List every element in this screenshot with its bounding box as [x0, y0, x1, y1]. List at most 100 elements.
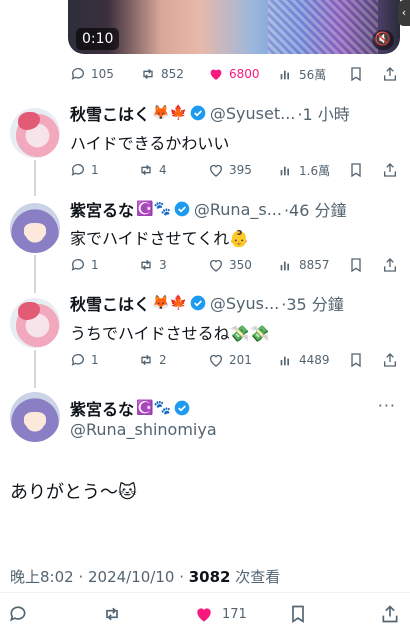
like-button[interactable]: 395	[208, 162, 252, 178]
like-button[interactable]: 6800	[208, 66, 260, 82]
tweet-meta: 晚上8:02 · 2024/10/10 · 3082 次查看	[10, 566, 280, 587]
timestamp: ·46 分鐘	[283, 201, 347, 220]
quoted-action-row: 105 852 6800 56萬	[70, 64, 400, 84]
name-emojis: ☪️🐾	[136, 400, 171, 416]
retweet-button[interactable]: 852	[140, 66, 184, 82]
views-button[interactable]: 4489	[278, 352, 330, 368]
reply-button[interactable]: 1	[70, 352, 99, 368]
thread-connector	[34, 350, 36, 388]
name-emojis: 🦊🍁	[152, 295, 187, 311]
video-timestamp: 0:10	[76, 28, 120, 50]
bookmark-icon	[292, 605, 304, 624]
retweet-button[interactable]: 3	[138, 257, 167, 273]
display-name[interactable]: 紫宮るな	[70, 197, 134, 221]
retweet-icon	[141, 164, 151, 176]
tweet-text: ハイドできるかわいい	[70, 134, 230, 153]
share-icon	[384, 163, 396, 177]
share-icon	[382, 605, 398, 623]
tweet-text: うちでハイドさせるね💸💸	[70, 324, 270, 343]
video-frame-detail	[268, 0, 378, 54]
video-thumbnail[interactable]: 0:10 🔇	[68, 0, 400, 54]
reply-header: 秋雪こはく 🦊🍁 @Syus... ·35 分鐘	[70, 291, 344, 315]
tweet-text: 家でハイドさせてくれ👶	[70, 229, 250, 248]
retweet-button[interactable]: 2	[138, 352, 167, 368]
display-name[interactable]: 紫宮るな	[70, 396, 134, 420]
verified-badge-icon	[190, 105, 206, 121]
reply-action-row: 1 4 395 1.6萬	[70, 160, 400, 180]
timestamp: ·35 分鐘	[281, 295, 344, 314]
heart-filled-icon	[197, 608, 211, 622]
timestamp: ·1 小時	[297, 105, 350, 124]
heart-icon	[210, 354, 222, 367]
share-button[interactable]	[382, 352, 403, 368]
avatar[interactable]	[10, 392, 60, 442]
like-button[interactable]: 350	[208, 257, 252, 273]
share-button[interactable]	[382, 162, 403, 178]
thread-connector	[34, 160, 36, 196]
reply-button[interactable]: 105	[70, 66, 114, 82]
avatar[interactable]	[10, 298, 60, 348]
more-options-icon[interactable]: ···	[378, 396, 396, 415]
divider	[0, 592, 410, 593]
tweet-timestamp: 晚上8:02 · 2024/10/10 ·	[10, 568, 189, 586]
main-action-bar: 171	[0, 600, 410, 630]
name-emojis: ☪️🐾	[136, 201, 171, 217]
views-icon	[280, 261, 289, 271]
handle[interactable]: @Runa_shinomiya	[70, 420, 217, 439]
bookmark-button[interactable]	[348, 257, 369, 273]
like-button[interactable]: 171	[194, 604, 247, 624]
views-button[interactable]: 8857	[278, 257, 330, 273]
bookmark-icon	[351, 258, 361, 273]
share-button[interactable]	[382, 257, 403, 273]
name-emojis: 🦊🍁	[152, 105, 187, 121]
views-icon	[280, 166, 289, 176]
like-count: 171	[222, 606, 247, 622]
bookmark-button[interactable]	[348, 352, 369, 368]
reply-icon	[10, 606, 26, 622]
main-tweet-text: ありがとう～🐱	[10, 482, 137, 503]
handle[interactable]: @Runa_s...	[194, 200, 282, 219]
bookmark-button[interactable]	[288, 604, 308, 624]
retweet-button[interactable]: 4	[138, 162, 167, 178]
avatar[interactable]	[10, 203, 60, 253]
thread-connector	[34, 255, 36, 293]
reply-icon	[71, 68, 84, 80]
views-count: 3082	[188, 568, 231, 586]
share-button[interactable]	[382, 66, 403, 82]
reply-action-row: 1 3 350 8857	[70, 255, 400, 275]
handle[interactable]: @Syus...	[210, 294, 279, 313]
views-label: 次查看	[230, 568, 281, 586]
reply-icon	[71, 354, 84, 366]
handle[interactable]: @Syuset...	[210, 104, 295, 123]
main-tweet-header: 紫宮るな ☪️🐾	[70, 397, 190, 419]
bookmark-icon	[351, 163, 361, 178]
retweet-icon	[106, 607, 118, 621]
mute-icon[interactable]: 🔇	[372, 30, 394, 50]
reply-button[interactable]: 1	[70, 162, 99, 178]
display-name[interactable]: 秋雪こはく	[70, 291, 150, 315]
share-icon	[384, 258, 396, 272]
views-button[interactable]: 56萬	[278, 66, 326, 83]
views-icon	[280, 70, 289, 80]
retweet-icon	[141, 354, 151, 366]
retweet-button[interactable]	[102, 604, 122, 624]
like-button[interactable]: 201	[208, 352, 252, 368]
reply-header: 紫宮るな ☪️🐾 @Runa_s... ·46 分鐘	[70, 197, 347, 221]
retweet-icon	[143, 68, 153, 80]
share-icon	[384, 353, 396, 367]
reply-header: 秋雪こはく 🦊🍁 @Syuset... ·1 小時	[70, 101, 350, 125]
avatar[interactable]	[10, 108, 60, 158]
views-button[interactable]: 1.6萬	[278, 162, 330, 179]
reply-button[interactable]	[8, 604, 28, 624]
bookmark-icon	[351, 353, 361, 368]
reply-button[interactable]: 1	[70, 257, 99, 273]
heart-icon	[210, 164, 222, 177]
reply-icon	[71, 259, 84, 271]
bookmark-button[interactable]	[348, 66, 369, 82]
display-name[interactable]: 秋雪こはく	[70, 101, 150, 125]
reply-icon	[71, 164, 84, 176]
views-icon	[280, 356, 289, 366]
bookmark-button[interactable]	[348, 162, 369, 178]
share-button[interactable]	[380, 604, 400, 624]
chevron-left-icon[interactable]: ‹	[398, 0, 410, 26]
